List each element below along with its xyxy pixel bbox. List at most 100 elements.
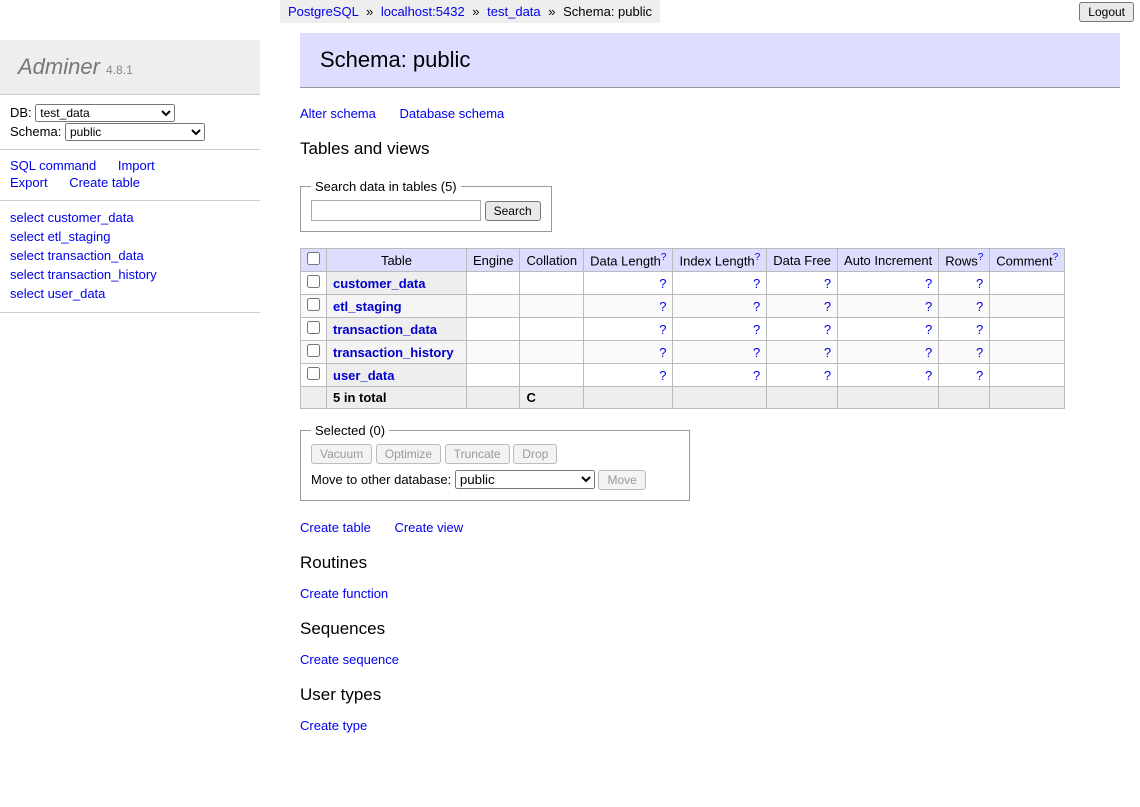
help-icon[interactable]: ?	[978, 252, 984, 263]
search-legend: Search data in tables (5)	[311, 179, 461, 194]
q-link[interactable]: ?	[824, 322, 831, 337]
col-data-free: Data Free	[767, 249, 838, 272]
q-link[interactable]: ?	[976, 368, 983, 383]
search-button[interactable]	[485, 201, 541, 221]
q-link[interactable]: ?	[753, 299, 760, 314]
q-link[interactable]: ?	[659, 276, 666, 291]
selected-legend: Selected (0)	[311, 423, 389, 438]
table-row: etl_staging?????	[301, 295, 1065, 318]
sidebar-tables: select customer_data select etl_staging …	[0, 201, 260, 313]
breadcrumb-server[interactable]: localhost:5432	[381, 4, 465, 19]
table-row: transaction_history?????	[301, 341, 1065, 364]
table-row: customer_data?????	[301, 272, 1065, 295]
q-link[interactable]: ?	[659, 368, 666, 383]
import-link[interactable]: Import	[118, 158, 155, 173]
row-checkbox[interactable]	[307, 275, 320, 288]
sidebar-table-link[interactable]: select customer_data	[10, 209, 232, 226]
row-checkbox[interactable]	[307, 298, 320, 311]
q-link[interactable]: ?	[925, 368, 932, 383]
sql-command-link[interactable]: SQL command	[10, 158, 96, 173]
q-link[interactable]: ?	[925, 276, 932, 291]
q-link[interactable]: ?	[976, 345, 983, 360]
table-name-link[interactable]: customer_data	[333, 276, 425, 291]
q-link[interactable]: ?	[824, 299, 831, 314]
col-engine: Engine	[467, 249, 520, 272]
q-link[interactable]: ?	[824, 345, 831, 360]
db-select-label: DB:	[10, 105, 32, 120]
q-link[interactable]: ?	[659, 322, 666, 337]
move-select[interactable]: public	[455, 470, 595, 489]
row-checkbox[interactable]	[307, 344, 320, 357]
truncate-button[interactable]	[445, 444, 510, 464]
table-name-link[interactable]: etl_staging	[333, 299, 402, 314]
q-link[interactable]: ?	[753, 322, 760, 337]
q-link[interactable]: ?	[976, 299, 983, 314]
sidebar-table-link[interactable]: select transaction_history	[10, 266, 232, 283]
q-link[interactable]: ?	[753, 345, 760, 360]
col-index-length: Index Length?	[673, 249, 767, 272]
table-name-link[interactable]: transaction_data	[333, 322, 437, 337]
col-comment: Comment?	[990, 249, 1065, 272]
move-label: Move to other database:	[311, 472, 451, 487]
routines-heading: Routines	[300, 553, 1120, 573]
help-icon[interactable]: ?	[755, 252, 761, 263]
logout-button[interactable]: Logout	[1079, 2, 1134, 22]
create-table-link[interactable]: Create table	[300, 520, 371, 535]
search-input[interactable]	[311, 200, 481, 221]
table-row: user_data?????	[301, 364, 1065, 387]
db-select[interactable]: test_data	[35, 104, 175, 122]
create-function-link[interactable]: Create function	[300, 586, 388, 601]
tables-heading: Tables and views	[300, 139, 1120, 159]
optimize-button[interactable]	[376, 444, 441, 464]
table-row: transaction_data?????	[301, 318, 1065, 341]
total-label: 5 in total	[327, 387, 467, 409]
q-link[interactable]: ?	[976, 276, 983, 291]
user-types-heading: User types	[300, 685, 1120, 705]
table-name-link[interactable]: transaction_history	[333, 345, 454, 360]
col-auto-increment: Auto Increment	[838, 249, 939, 272]
create-table-link-side[interactable]: Create table	[69, 175, 140, 190]
selected-fieldset: Selected (0) Move to other database: pub…	[300, 423, 690, 501]
q-link[interactable]: ?	[753, 368, 760, 383]
sidebar-table-link[interactable]: select user_data	[10, 285, 232, 302]
q-link[interactable]: ?	[753, 276, 760, 291]
q-link[interactable]: ?	[824, 276, 831, 291]
table-name-link[interactable]: user_data	[333, 368, 394, 383]
q-link[interactable]: ?	[925, 322, 932, 337]
schema-select-label: Schema:	[10, 124, 61, 139]
total-collation: C	[520, 387, 584, 409]
q-link[interactable]: ?	[659, 345, 666, 360]
row-checkbox[interactable]	[307, 321, 320, 334]
schema-select[interactable]: public	[65, 123, 205, 141]
col-data-length: Data Length?	[584, 249, 673, 272]
col-rows: Rows?	[939, 249, 990, 272]
breadcrumb: PostgreSQL » localhost:5432 » test_data …	[280, 0, 660, 23]
create-type-link[interactable]: Create type	[300, 718, 367, 733]
help-icon[interactable]: ?	[1053, 252, 1059, 263]
q-link[interactable]: ?	[925, 299, 932, 314]
database-schema-link[interactable]: Database schema	[400, 106, 505, 121]
sidebar-table-link[interactable]: select transaction_data	[10, 247, 232, 264]
q-link[interactable]: ?	[925, 345, 932, 360]
search-fieldset: Search data in tables (5)	[300, 179, 552, 232]
create-sequence-link[interactable]: Create sequence	[300, 652, 399, 667]
move-button[interactable]	[598, 470, 645, 490]
col-collation: Collation	[520, 249, 584, 272]
breadcrumb-schema: Schema: public	[563, 4, 652, 19]
create-view-link[interactable]: Create view	[394, 520, 463, 535]
drop-button[interactable]	[513, 444, 557, 464]
sidebar-table-link[interactable]: select etl_staging	[10, 228, 232, 245]
row-checkbox[interactable]	[307, 367, 320, 380]
breadcrumb-driver[interactable]: PostgreSQL	[288, 4, 358, 19]
page-title: Schema: public	[300, 33, 1120, 88]
q-link[interactable]: ?	[976, 322, 983, 337]
vacuum-button[interactable]	[311, 444, 372, 464]
q-link[interactable]: ?	[659, 299, 666, 314]
help-icon[interactable]: ?	[661, 252, 667, 263]
alter-schema-link[interactable]: Alter schema	[300, 106, 376, 121]
col-table[interactable]: Table	[327, 249, 467, 272]
q-link[interactable]: ?	[824, 368, 831, 383]
export-link[interactable]: Export	[10, 175, 48, 190]
breadcrumb-db[interactable]: test_data	[487, 4, 541, 19]
select-all-checkbox[interactable]	[307, 252, 320, 265]
